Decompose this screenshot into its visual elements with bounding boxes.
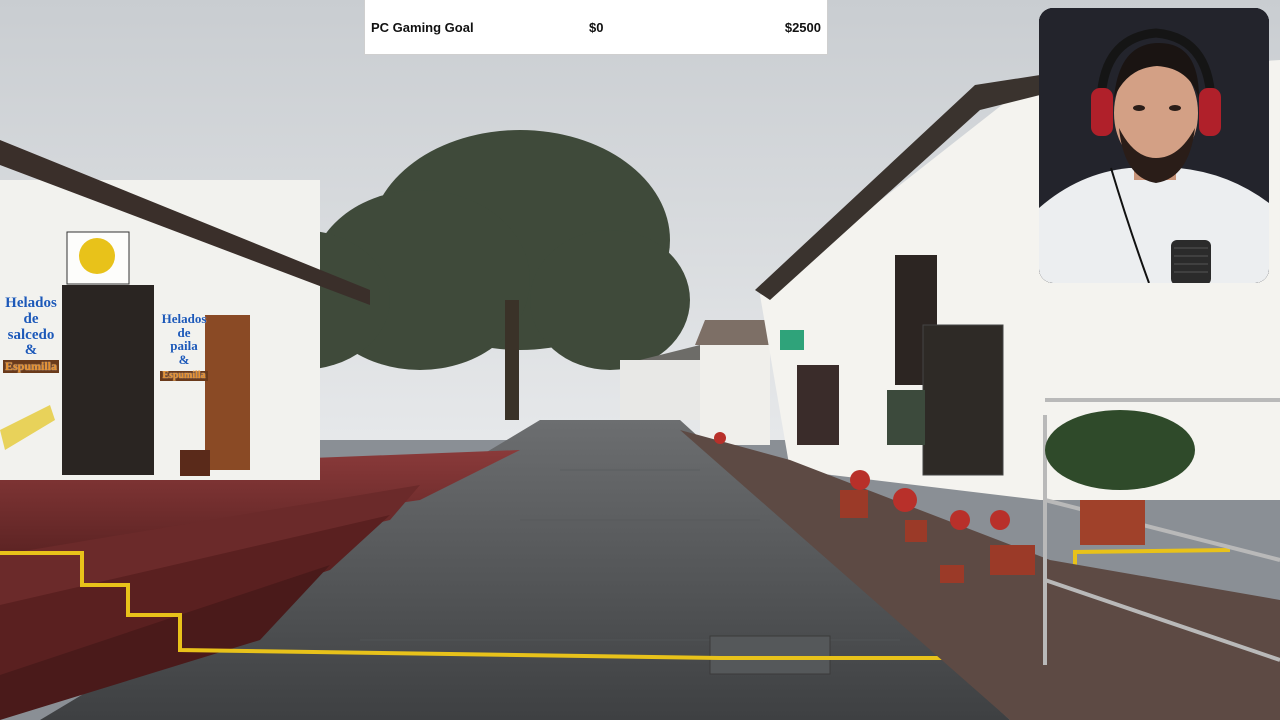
shop-sign-middle: Helados de paila & Espumilla bbox=[160, 311, 208, 382]
sign-line: salcedo bbox=[7, 326, 55, 343]
sign-line: Espumilla bbox=[160, 369, 208, 382]
sign-line: & bbox=[178, 351, 190, 367]
sign-line: & bbox=[24, 342, 38, 359]
sign-line: Helados bbox=[161, 311, 207, 326]
sign-line: de bbox=[23, 310, 39, 327]
sign-line: Espumilla bbox=[2, 359, 60, 373]
shop-sign-left: Helados de salcedo & Espumilla bbox=[0, 295, 62, 375]
donation-goal-bar: PC Gaming Goal $0 $2500 bbox=[364, 0, 828, 55]
sign-line: Helados bbox=[5, 295, 57, 311]
goal-title: PC Gaming Goal bbox=[371, 19, 474, 35]
sign-line: de bbox=[177, 324, 191, 340]
webcam-overlay bbox=[1039, 8, 1269, 283]
goal-current-amount: $0 bbox=[589, 19, 604, 35]
goal-target-amount: $2500 bbox=[784, 19, 821, 35]
streamer-webcam-icon bbox=[1039, 8, 1269, 283]
sign-line: paila bbox=[170, 338, 198, 354]
stream-view: Helados de salcedo & Espumilla Helados d… bbox=[0, 0, 1280, 720]
